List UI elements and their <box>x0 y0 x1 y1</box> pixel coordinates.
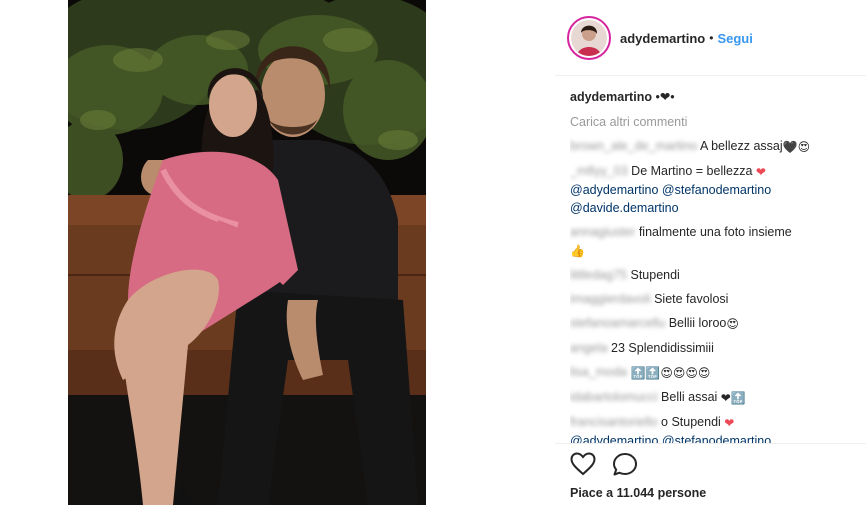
comment-username[interactable]: lisa_moda <box>570 365 627 379</box>
comment-username[interactable]: idabartolomucci <box>570 390 658 404</box>
comment-text: finalmente una foto insieme <box>638 225 792 239</box>
comment-bubble-icon[interactable] <box>612 452 638 476</box>
comment-username[interactable]: annagiuster <box>570 225 635 239</box>
caption-text: •❤• <box>655 90 675 104</box>
comment-username[interactable]: brown_ale_de_martino <box>570 139 697 153</box>
comment-text: Siete favolosi <box>654 292 729 306</box>
comment-username[interactable]: _m8yy_03 <box>570 164 628 178</box>
comment-text: Stupendi <box>630 268 680 282</box>
comment-text: Bellii loroo <box>668 316 727 330</box>
comment-row: lisa_moda 🔝🔝😍😍😍😍 <box>570 363 855 382</box>
comment-emoji: 🔝🔝😍😍😍😍 <box>630 366 711 380</box>
comment-emoji: 😍 <box>726 317 739 331</box>
post-side-panel: adydemartino • Segui adydemartino •❤• Ca… <box>555 0 866 505</box>
comment-emoji: ❤ <box>724 416 735 430</box>
comment-emoji: ❤ <box>755 165 766 179</box>
comment-emoji: 👍 <box>570 244 585 258</box>
header-username[interactable]: adydemartino <box>620 31 705 46</box>
comment-emoji: ❤🔝 <box>720 391 746 405</box>
post-photo[interactable] <box>68 0 426 505</box>
comment-row: _m8yy_03 De Martino = bellezza ❤ @adydem… <box>570 162 855 217</box>
actions-divider <box>555 443 866 444</box>
comment-text: 23 Splendidissimiii <box>611 341 714 355</box>
comment-row: imaggierdavoli Siete favolosi <box>570 290 855 308</box>
caption-username[interactable]: adydemartino <box>570 90 652 104</box>
caption: adydemartino •❤• <box>570 88 855 106</box>
comment-row: littledag75 Stupendi <box>570 266 855 284</box>
comment-username[interactable]: stefanoamarcellu <box>570 316 665 330</box>
instagram-post-view: adydemartino • Segui adydemartino •❤• Ca… <box>0 0 866 505</box>
comment-username[interactable]: imaggierdavoli <box>570 292 651 306</box>
avatar[interactable] <box>567 16 611 60</box>
comment-row: stefanoamarcellu Bellii loroo😍 <box>570 314 855 333</box>
comment-text: A bellezz assaj <box>699 139 783 153</box>
comment-row: francisantoriello o Stupendi ❤ @adydemar… <box>570 413 855 443</box>
comment-text: Belli assai <box>661 390 718 404</box>
comment-username[interactable]: littledag75 <box>570 268 627 282</box>
comment-emoji: 🖤😍 <box>782 140 811 154</box>
header-separator: • <box>709 31 714 45</box>
comment-mentions[interactable]: @davide.demartino <box>570 201 679 215</box>
post-actions <box>570 452 638 476</box>
comment-text: De Martino = bellezza <box>631 164 753 178</box>
follow-button[interactable]: Segui <box>717 31 752 46</box>
heart-outline-icon[interactable] <box>570 452 596 476</box>
comment-username[interactable]: francisantoriello <box>570 415 658 429</box>
comment-text: o Stupendi <box>661 415 721 429</box>
comment-mentions[interactable]: @adydemartino @stefanodemartino <box>570 183 771 197</box>
post-header: adydemartino • Segui <box>567 12 753 64</box>
comment-row: brown_ale_de_martino A bellezz assaj🖤😍 <box>570 137 855 156</box>
comment-row: annagiuster finalmente una foto insieme … <box>570 223 855 260</box>
comment-row: idabartolomucci Belli assai ❤🔝 <box>570 388 855 407</box>
comment-username[interactable]: angela <box>570 341 608 355</box>
comments-list[interactable]: adydemartino •❤• Carica altri commenti b… <box>570 88 855 443</box>
header-divider <box>555 75 866 76</box>
likes-count[interactable]: Piace a 11.044 persone <box>570 486 706 500</box>
load-more-comments-button[interactable]: Carica altri commenti <box>570 113 855 131</box>
comment-mentions[interactable]: @adydemartino @stefanodemartino <box>570 434 771 443</box>
comment-row: angela 23 Splendidissimiii <box>570 339 855 357</box>
